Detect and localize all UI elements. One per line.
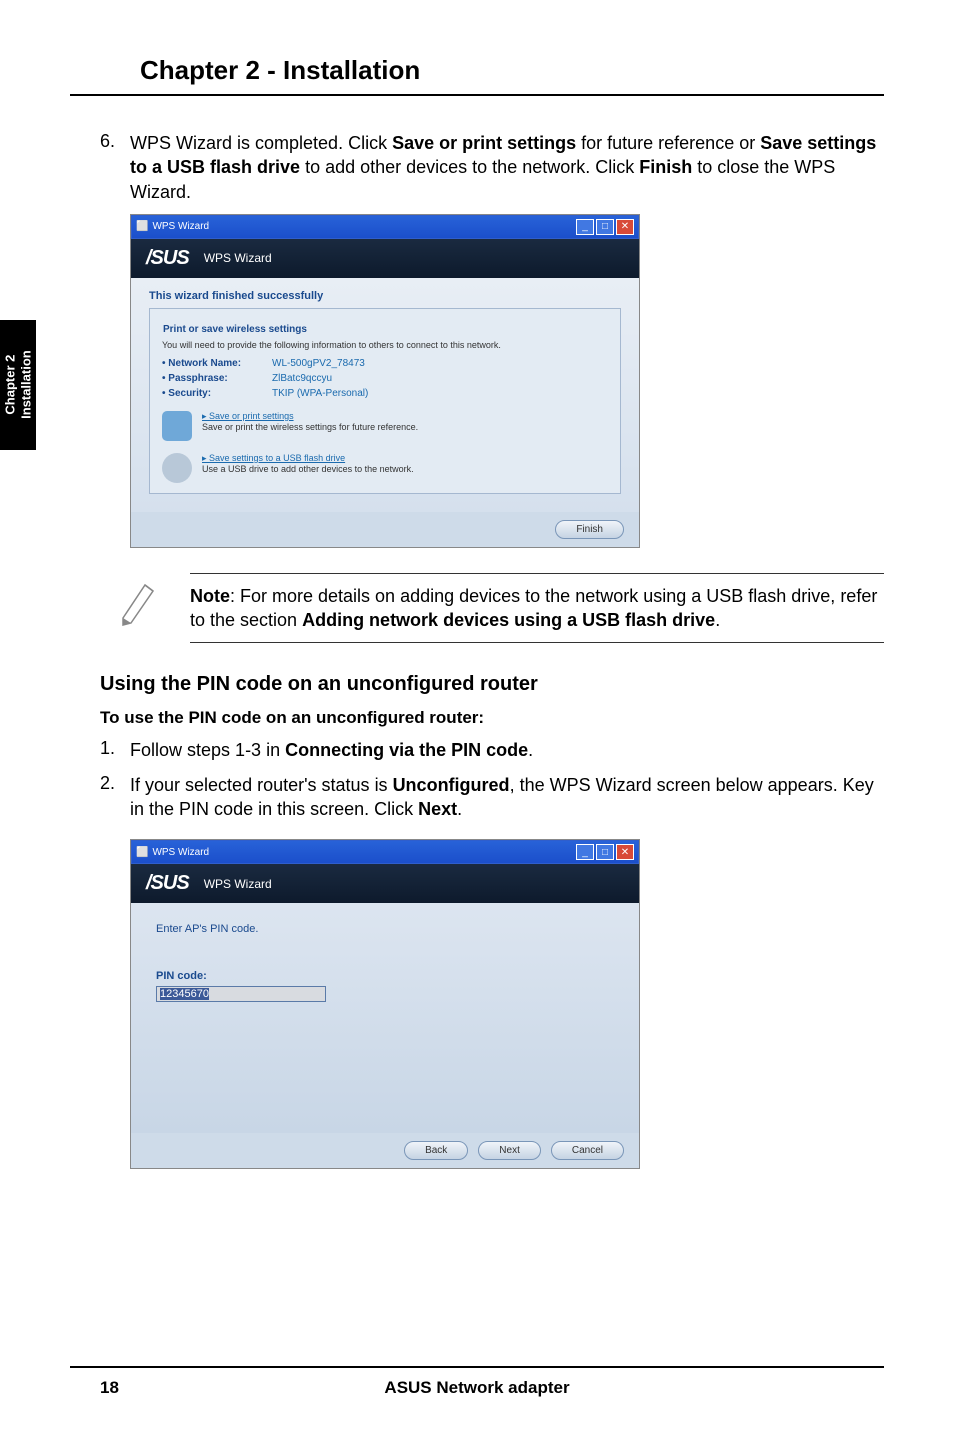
titlebar-text-2: WPS Wizard (152, 847, 209, 858)
wps-wizard-screenshot-1: ⬜ WPS Wizard _ □ ✕ /SUS WPS Wizard This … (130, 214, 640, 548)
fieldset-desc: You will need to provide the following i… (162, 340, 608, 350)
step-6-num: 6. (100, 131, 115, 204)
section-heading: Using the PIN code on an unconfigured ro… (100, 673, 884, 696)
chapter-title: Chapter 2 - Installation (140, 55, 884, 86)
footer-title: ASUS Network adapter (384, 1378, 569, 1398)
network-name-row: • Network Name: WL-500gPV2_78473 (162, 358, 608, 369)
pin-code-input[interactable]: 12345670 (156, 986, 326, 1002)
pencil-icon (115, 573, 160, 644)
security-row: • Security: TKIP (WPA-Personal) (162, 388, 608, 399)
side-tab: Chapter 2 Installation (0, 320, 36, 450)
note-block: Note: For more details on adding devices… (115, 573, 884, 644)
wps-wizard-screenshot-2: ⬜ WPS Wizard _ □ ✕ /SUS WPS Wizard Enter… (130, 839, 640, 1169)
titlebar-icon: ⬜ (136, 221, 148, 232)
step-6: 6. WPS Wizard is completed. Click Save o… (100, 131, 884, 204)
page-number: 18 (100, 1378, 119, 1398)
save-print-link[interactable]: Save or print settings (202, 411, 418, 422)
asus-subtitle: WPS Wizard (204, 251, 272, 265)
save-usb-link[interactable]: Save settings to a USB flash drive (202, 453, 414, 464)
usb-icon (162, 453, 192, 483)
finish-button[interactable]: Finish (555, 520, 624, 539)
side-tab-line2: Installation (18, 351, 33, 420)
wizard-finished-heading: This wizard finished successfully (149, 290, 621, 302)
titlebar-2: ⬜ WPS Wizard _ □ ✕ (131, 840, 639, 864)
print-save-fieldset: Print or save wireless settings You will… (149, 308, 621, 494)
titlebar-icon-2: ⬜ (136, 847, 148, 858)
title-divider (70, 94, 884, 96)
cancel-button[interactable]: Cancel (551, 1141, 624, 1160)
note-text: Note: For more details on adding devices… (190, 573, 884, 644)
minimize-button[interactable]: _ (576, 219, 594, 235)
next-button[interactable]: Next (478, 1141, 541, 1160)
section-subheading: To use the PIN code on an unconfigured r… (100, 708, 884, 728)
save-usb-desc: Use a USB drive to add other devices to … (202, 464, 414, 474)
maximize-button-2[interactable]: □ (596, 844, 614, 860)
fieldset-legend: Print or save wireless settings (159, 324, 311, 335)
enter-pin-text: Enter AP's PIN code. (156, 923, 614, 935)
page-footer: 18 ASUS Network adapter (70, 1366, 884, 1398)
titlebar-text: WPS Wizard (152, 221, 209, 232)
maximize-button[interactable]: □ (596, 219, 614, 235)
step-2-num: 2. (100, 773, 115, 822)
step-1-num: 1. (100, 738, 115, 762)
close-button[interactable]: ✕ (616, 219, 634, 235)
step-2: 2. If your selected router's status is U… (100, 773, 884, 822)
asus-subtitle-2: WPS Wizard (204, 877, 272, 891)
passphrase-row: • Passphrase: ZlBatc9qccyu (162, 373, 608, 384)
back-button[interactable]: Back (404, 1141, 468, 1160)
pin-code-label: PIN code: (156, 970, 614, 982)
titlebar: ⬜ WPS Wizard _ □ ✕ (131, 215, 639, 239)
close-button-2[interactable]: ✕ (616, 844, 634, 860)
step-2-text: If your selected router's status is Unco… (130, 773, 884, 822)
save-usb-action: Save settings to a USB flash drive Use a… (162, 453, 608, 483)
save-print-desc: Save or print the wireless settings for … (202, 422, 418, 432)
step-1-text: Follow steps 1-3 in Connecting via the P… (130, 738, 533, 762)
minimize-button-2[interactable]: _ (576, 844, 594, 860)
asus-logo: /SUS (146, 247, 189, 270)
step-1: 1. Follow steps 1-3 in Connecting via th… (100, 738, 884, 762)
printer-icon (162, 411, 192, 441)
asus-header: /SUS WPS Wizard (131, 239, 639, 278)
save-print-action: Save or print settings Save or print the… (162, 411, 608, 441)
asus-header-2: /SUS WPS Wizard (131, 864, 639, 903)
asus-logo-2: /SUS (146, 872, 189, 895)
step-6-text: WPS Wizard is completed. Click Save or p… (130, 131, 884, 204)
side-tab-line1: Chapter 2 (2, 355, 17, 415)
